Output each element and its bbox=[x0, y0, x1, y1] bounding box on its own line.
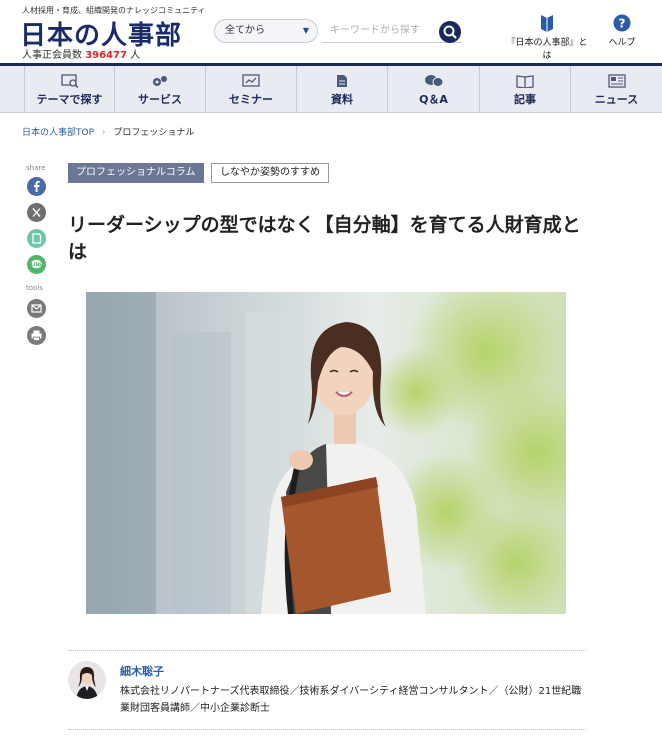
nav-item-document[interactable]: 資料 bbox=[297, 66, 388, 112]
hero-photo bbox=[86, 292, 566, 614]
tools-label: tools bbox=[26, 284, 43, 292]
avatar[interactable] bbox=[68, 661, 106, 699]
service-icon bbox=[153, 76, 167, 86]
book-icon bbox=[541, 15, 553, 32]
mail-button[interactable] bbox=[27, 299, 46, 318]
nav-item-article[interactable]: 記事 bbox=[480, 66, 571, 112]
chevron-right-icon: › bbox=[101, 128, 106, 138]
chevron-down-icon: ▼ bbox=[302, 26, 309, 35]
author-box: 細木聡子 株式会社リノパートナーズ代表取締役／技術系ダイバーシティ経営コンサルタ… bbox=[68, 650, 586, 730]
search-icon bbox=[443, 25, 457, 39]
bookmark-share-button[interactable] bbox=[27, 229, 46, 248]
svg-text:LINE: LINE bbox=[31, 262, 42, 268]
share-label: share bbox=[26, 164, 46, 172]
help-link[interactable]: ? ヘルプ bbox=[604, 14, 640, 48]
facebook-icon bbox=[33, 181, 40, 192]
author-photo bbox=[68, 661, 106, 699]
x-share-button[interactable] bbox=[27, 203, 46, 222]
nav-item-news[interactable]: ニュース bbox=[571, 66, 662, 112]
article-hero-image bbox=[86, 292, 566, 614]
x-icon bbox=[32, 207, 41, 218]
article-icon bbox=[516, 75, 534, 88]
nav-item-theme[interactable]: テーマで探す bbox=[24, 66, 115, 112]
nav-item-qa[interactable]: Q＆A bbox=[388, 66, 480, 112]
mail-icon bbox=[31, 304, 42, 313]
breadcrumb-home-link[interactable]: 日本の人事部TOP bbox=[22, 128, 94, 138]
search-button[interactable] bbox=[439, 21, 461, 43]
search-scope-select[interactable]: 全てから ▼ bbox=[214, 19, 318, 43]
print-icon bbox=[31, 330, 42, 341]
series-tag[interactable]: しなやか姿勢のすすめ bbox=[211, 163, 329, 183]
search-theme-icon bbox=[60, 74, 78, 88]
nav-item-service[interactable]: サービス bbox=[115, 66, 206, 112]
line-icon: LINE bbox=[31, 259, 42, 269]
author-name[interactable]: 細木聡子 bbox=[120, 663, 164, 679]
about-link[interactable]: 『日本の人事部』とは bbox=[504, 14, 590, 61]
svg-text:?: ? bbox=[619, 17, 626, 31]
author-description: 株式会社リノパートナーズ代表取締役／技術系ダイバーシティ経営コンサルタント／（公… bbox=[120, 686, 582, 714]
member-count: 人事正会員数 396477 人 bbox=[22, 50, 141, 61]
help-icon: ? bbox=[613, 14, 631, 32]
nav-item-seminar[interactable]: セミナー bbox=[206, 66, 297, 112]
line-share-button[interactable]: LINE bbox=[27, 255, 46, 274]
qa-icon bbox=[424, 75, 443, 87]
global-nav: テーマで探す サービス セミナー 資料 Q＆A 記事 ニュース bbox=[0, 66, 662, 113]
bookmark-icon bbox=[32, 233, 42, 244]
breadcrumb: 日本の人事部TOP › プロフェッショナル bbox=[22, 125, 194, 138]
facebook-share-button[interactable] bbox=[27, 177, 46, 196]
news-icon bbox=[607, 74, 626, 88]
document-icon bbox=[337, 75, 347, 87]
seminar-icon bbox=[242, 74, 260, 87]
site-header: 人材採用・育成、組織開発のナレッジコミュニティ 日本の人事部 人事正会員数 39… bbox=[0, 0, 662, 66]
article-title: リーダーシップの型ではなく【自分軸】を育てる人財育成とは bbox=[68, 214, 581, 263]
breadcrumb-current: プロフェッショナル bbox=[113, 128, 195, 138]
category-tag[interactable]: プロフェッショナルコラム bbox=[68, 163, 204, 183]
print-button[interactable] bbox=[27, 326, 46, 345]
member-count-number: 396477 bbox=[85, 50, 127, 61]
